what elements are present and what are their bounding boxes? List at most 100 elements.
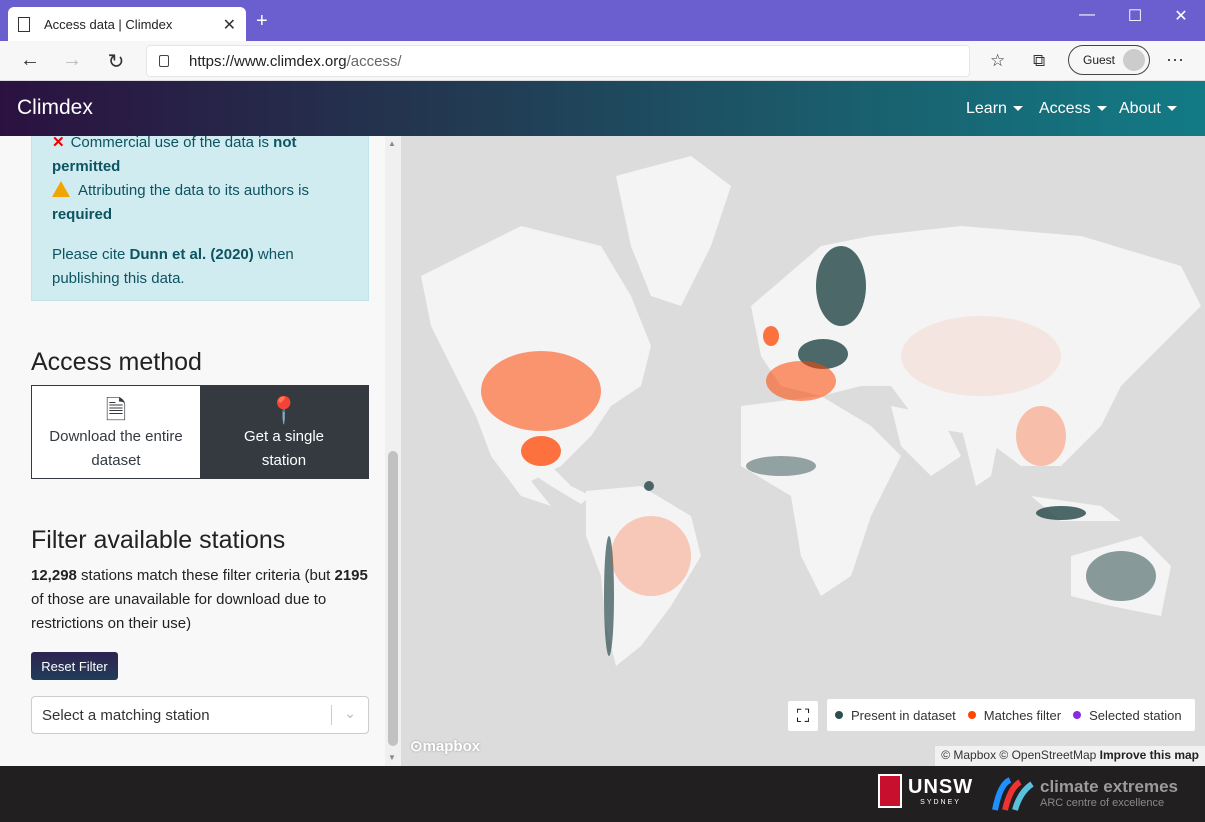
- warning-icon: [52, 181, 70, 197]
- station-map[interactable]: ⛶ Present in dataset Matches filter Sele…: [401, 136, 1205, 766]
- south-europe-cluster: [766, 361, 836, 401]
- west-africa-cluster: [746, 456, 816, 476]
- attribution-text[interactable]: © Mapbox © OpenStreetMap: [941, 748, 1096, 762]
- avatar: [1123, 49, 1145, 71]
- maximize-icon[interactable]: ☐: [1120, 6, 1150, 26]
- legend-present: Present in dataset: [835, 708, 956, 723]
- usa-cluster: [481, 351, 601, 431]
- url-domain: https://www.climdex.org: [189, 52, 347, 70]
- scroll-thumb[interactable]: [388, 451, 398, 746]
- access-method-heading: Access method: [31, 348, 202, 376]
- chevron-down-icon: ⌄: [344, 705, 356, 721]
- back-icon[interactable]: ←: [18, 49, 42, 72]
- climate-extremes-icon: [992, 777, 1034, 811]
- climate-extremes-title: climate extremes: [1040, 777, 1178, 796]
- browser-tab[interactable]: Access data | Climdex ✕: [8, 7, 246, 41]
- url-field[interactable]: https://www.climdex.org/access/: [146, 45, 970, 77]
- unsw-name: UNSW: [908, 776, 974, 798]
- license-attribution: Attributing the data to its authors is r…: [52, 179, 348, 227]
- license-line1-bold2: permitted: [52, 158, 121, 175]
- url-path: /access/: [346, 52, 402, 70]
- climate-extremes-sub: ARC centre of excellence: [1040, 797, 1165, 809]
- license-info-box: ✕ Commercial use of the data is not permi…: [31, 136, 369, 301]
- scroll-down-icon[interactable]: ▼: [388, 753, 396, 762]
- china-cluster: [1016, 406, 1066, 466]
- mexico-cluster: [521, 436, 561, 466]
- license-commercial: ✕ Commercial use of the data is not permi…: [52, 136, 348, 179]
- forward-icon[interactable]: →: [60, 49, 84, 72]
- legend-dot: [835, 711, 843, 719]
- unsw-crest-icon: [878, 774, 902, 808]
- mapbox-logo[interactable]: ⊙mapbox: [410, 737, 480, 755]
- legend-dot: [967, 711, 976, 719]
- legend-label: Selected station: [1089, 707, 1182, 723]
- new-tab-icon[interactable]: +: [256, 10, 268, 33]
- zip-file-icon: 🗎: [105, 395, 127, 425]
- scroll-up-icon[interactable]: ▲: [388, 139, 396, 148]
- single-station-label: Get a single station: [243, 428, 325, 469]
- site-brand[interactable]: Climdex: [17, 96, 93, 120]
- collections-icon[interactable]: ⧉: [1033, 51, 1045, 71]
- cite-prefix: Please cite: [52, 246, 130, 263]
- lock-icon: [159, 55, 169, 67]
- java-cluster: [1036, 506, 1086, 520]
- brazil-cluster: [611, 516, 691, 596]
- sidebar-scrollbar[interactable]: ▲ ▼: [385, 136, 401, 766]
- legend-matches: Matches filter: [967, 708, 1061, 723]
- download-dataset-button[interactable]: 🗎 Download the entire dataset: [32, 386, 200, 478]
- license-line1: Commercial use of the data is: [70, 136, 274, 151]
- asia-scatter: [901, 316, 1061, 396]
- filter-heading: Filter available stations: [31, 526, 286, 554]
- cross-icon: ✕: [52, 136, 65, 151]
- citation-text: Please cite Dunn et al. (2020) when publ…: [52, 243, 348, 291]
- license-line2: Attributing the data to its authors is: [78, 182, 309, 199]
- legend-selected: Selected station: [1073, 708, 1182, 723]
- minimize-icon[interactable]: —: [1072, 6, 1102, 24]
- filter-summary: 12,298 stations match these filter crite…: [31, 564, 371, 636]
- fullscreen-icon: ⛶: [796, 705, 810, 726]
- match-count: 12,298: [31, 567, 77, 584]
- site-navbar: Climdex Learn Access About: [0, 81, 1205, 136]
- nav-access-label: Access: [1039, 100, 1091, 117]
- nav-learn[interactable]: Learn: [966, 100, 1023, 118]
- unavailable-count: 2195: [334, 567, 368, 584]
- page-icon: [18, 16, 30, 32]
- browser-titlebar: Access data | Climdex ✕ + — ☐ ✕: [0, 0, 1205, 41]
- map-legend: Present in dataset Matches filter Select…: [827, 699, 1195, 731]
- license-line1-bold: not: [273, 136, 297, 151]
- station-select-placeholder: Select a matching station: [42, 706, 210, 724]
- license-line2-bold: required: [52, 206, 113, 223]
- unsw-sub: SYDNEY: [920, 799, 961, 806]
- refresh-icon[interactable]: ↻: [104, 49, 128, 74]
- more-menu-icon[interactable]: ···: [1166, 49, 1184, 70]
- fullscreen-button[interactable]: ⛶: [788, 701, 818, 731]
- single-station-button[interactable]: 📍 Get a single station: [200, 386, 368, 478]
- caret-down-icon: [1012, 106, 1023, 112]
- cite-link[interactable]: Dunn et al. (2020): [130, 246, 254, 263]
- address-bar: ← → ↻ https://www.climdex.org/access/ ☆ …: [0, 41, 1205, 81]
- mapbox-icon: ⊙: [410, 738, 423, 755]
- unavailable-text: of those are unavailable for download du…: [31, 591, 327, 632]
- improve-map-link[interactable]: Improve this map: [1100, 748, 1199, 762]
- match-text: stations match these filter criteria (bu…: [76, 567, 335, 584]
- reset-filter-button[interactable]: Reset Filter: [31, 652, 118, 680]
- climate-extremes-logo[interactable]: climate extremes ARC centre of excellenc…: [990, 774, 1178, 812]
- close-tab-icon[interactable]: ✕: [223, 15, 236, 35]
- unsw-logo[interactable]: UNSW SYDNEY: [878, 774, 973, 808]
- favorites-icon[interactable]: ☆: [990, 51, 1005, 71]
- profile-button[interactable]: Guest: [1068, 45, 1150, 75]
- map-attribution: © Mapbox © OpenStreetMap Improve this ma…: [935, 746, 1205, 766]
- map-canvas[interactable]: [401, 136, 1205, 766]
- uk-cluster: [763, 326, 779, 346]
- close-window-icon[interactable]: ✕: [1166, 6, 1196, 26]
- station-select[interactable]: Select a matching station ⌄: [31, 696, 369, 734]
- profile-label: Guest: [1083, 53, 1116, 67]
- guiana-cluster: [644, 481, 654, 491]
- access-method-toggle: 🗎 Download the entire dataset 📍 Get a si…: [31, 385, 369, 479]
- nav-access[interactable]: Access: [1039, 100, 1107, 118]
- download-dataset-label: Download the entire dataset: [49, 428, 183, 469]
- nav-about[interactable]: About: [1119, 100, 1177, 118]
- legend-label: Present in dataset: [851, 707, 956, 723]
- tab-title: Access data | Climdex: [44, 16, 173, 32]
- map-pin-icon: 📍: [267, 395, 301, 425]
